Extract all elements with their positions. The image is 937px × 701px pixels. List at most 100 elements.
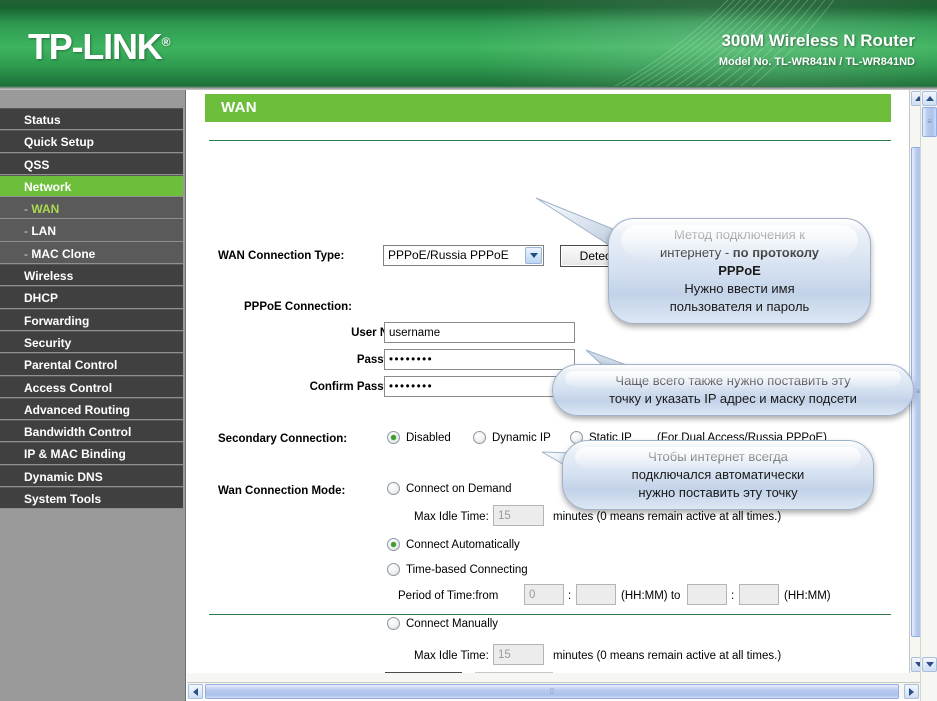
period-hhmm-note-2: (HH:MM) [784,590,831,602]
callout-auto-connect-line-1: Чтобы интернет всегда [579,448,857,466]
sidebar-item-lan[interactable]: - LAN [0,219,183,241]
sidebar-navigation: Status Quick Setup QSS Network- WAN- LAN- M… [0,90,186,701]
sidebar-item-label: QSS [24,158,49,172]
wan-connection-type-label: WAN Connection Type: [218,250,344,262]
callout-pppoe-line-1: Метод подключения к [625,226,854,244]
secondary-connection-label: Secondary Connection: [218,433,347,445]
sidebar-item-security[interactable]: Security [0,331,183,353]
callout-pppoe-line-3-bold: PPPoE [718,263,761,278]
callout-auto-connect: Чтобы интернет всегда подключался автома… [562,440,874,510]
sidebar-item-status[interactable]: Status [0,108,183,130]
sidebar-item-network[interactable]: Network [0,175,183,197]
chevron-up-icon [926,96,934,101]
outer-vertical-scrollbar[interactable]: ≡ [920,90,937,673]
header-top-shadow [0,0,937,22]
user-name-input[interactable] [384,322,575,343]
sidebar-item-system-tools[interactable]: System Tools [0,487,183,509]
sidebar-item-bandwidth-control[interactable]: Bandwidth Control [0,420,183,442]
scroll-left-button[interactable] [188,684,203,699]
sidebar-item-qss[interactable]: QSS [0,153,183,175]
sidebar-item-label: LAN [31,224,56,238]
chevron-down-icon [926,662,934,667]
sidebar-item-label: Wireless [24,269,73,283]
connect-on-demand-radio[interactable] [387,482,400,495]
callout-static-ip: Чаще всего также нужно поставить эту точ… [552,364,914,416]
connect-on-demand-label[interactable]: Connect on Demand [406,483,511,495]
outer-scroll-up-button[interactable] [922,91,937,106]
callout-pppoe: Метод подключения к интернету - по прото… [608,218,871,324]
confirm-password-input[interactable] [384,376,575,397]
max-idle-time-input-2[interactable] [493,644,544,665]
sidebar-item-forwarding[interactable]: Forwarding [0,309,183,331]
sidebar-item-label: Bandwidth Control [24,425,131,439]
secondary-disabled-label[interactable]: Disabled [406,432,451,444]
connect-automatically-label[interactable]: Connect Automatically [406,539,520,551]
connect-manually-label[interactable]: Connect Manually [406,618,498,630]
max-idle-time-suffix-1: minutes (0 means remain active at all ti… [553,511,781,523]
callout-pppoe-line-2: интернету - по протоколу [625,244,854,262]
sidebar-item-parental-control[interactable]: Parental Control [0,353,183,375]
sidebar-item-label: Forwarding [24,314,89,328]
wan-connection-type-select[interactable]: PPPoE/Russia PPPoE [383,245,544,266]
secondary-disabled-radio[interactable] [387,431,400,444]
outer-scroll-thumb[interactable]: ≡ [922,107,937,137]
connect-manually-radio[interactable] [387,617,400,630]
page-header: TP-LINK® 300M Wireless N Router Model No… [0,0,937,86]
callout-auto-connect-text: Чтобы интернет всегда подключался автома… [563,441,873,509]
page-title-bar: WAN [205,94,891,122]
horizontal-scrollbar[interactable]: ⁞⁞ [187,682,920,699]
sidebar-item-wireless[interactable]: Wireless [0,264,183,286]
sidebar-item-label: WAN [31,202,59,216]
sidebar-item-wan[interactable]: - WAN [0,197,183,219]
pppoe-connection-label: PPPoE Connection: [244,301,352,313]
sidebar-item-label: Advanced Routing [24,403,130,417]
sidebar-item-ip-mac-binding[interactable]: IP & MAC Binding [0,442,183,464]
chevron-right-icon [909,688,914,696]
time-based-connecting-label[interactable]: Time-based Connecting [406,564,528,576]
model-number: Model No. TL-WR841N / TL-WR841ND [719,54,915,70]
chevron-left-icon [193,688,198,696]
scroll-right-button[interactable] [904,684,919,699]
scroll-grip-icon: ≡ [927,118,932,126]
sidebar-item-mac-clone[interactable]: - MAC Clone [0,242,183,264]
callout-auto-connect-line-3: нужно поставить эту точку [579,484,857,502]
content-top-divider [209,140,891,141]
sidebar-item-label: Dynamic DNS [24,470,103,484]
sidebar-item-advanced-routing[interactable]: Advanced Routing [0,398,183,420]
connect-automatically-radio[interactable] [387,538,400,551]
secondary-dynamic-ip-radio[interactable] [473,431,486,444]
time-based-connecting-radio[interactable] [387,563,400,576]
sidebar-item-access-control[interactable]: Access Control [0,376,183,398]
period-hhmm-note-1: (HH:MM) to [621,590,680,602]
sidebar-item-label: System Tools [24,492,101,506]
password-input[interactable] [384,349,575,370]
period-from-minute-input[interactable] [576,584,616,605]
sidebar-item-label: DHCP [24,291,58,305]
sidebar-item-dhcp[interactable]: DHCP [0,286,183,308]
horizontal-scroll-thumb[interactable]: ⁞⁞ [205,684,899,699]
period-to-hour-input[interactable] [687,584,727,605]
sidebar-item-dynamic-dns[interactable]: Dynamic DNS [0,465,183,487]
max-idle-time-input-1[interactable] [493,505,544,526]
period-from-hour-input[interactable] [524,584,564,605]
period-to-colon: : [731,590,734,602]
content-bottom-divider [209,614,891,615]
sidebar-item-label: MAC Clone [31,247,95,261]
period-of-time-label: Period of Time:from [398,590,498,602]
callout-pppoe-line-2-bold: по протоколу [733,245,819,260]
period-to-minute-input[interactable] [739,584,779,605]
product-title: 300M Wireless N Router [719,31,915,51]
sidebar-item-label: Quick Setup [24,135,94,149]
sidebar-item-quick-setup[interactable]: Quick Setup [0,130,183,152]
router-admin-page: TP-LINK® 300M Wireless N Router Model No… [0,0,937,701]
callout-pppoe-line-2-normal: интернету - [660,245,733,260]
callout-static-ip-line-2: точку и указать IP адрес и маску подсети [569,390,897,408]
callout-pppoe-text: Метод подключения к интернету - по прото… [609,219,870,323]
tplink-logo: TP-LINK® [28,26,170,68]
page-title: WAN [221,99,257,116]
callout-pppoe-line-4: Нужно ввести имя [625,280,854,298]
secondary-dynamic-ip-label[interactable]: Dynamic IP [492,432,551,444]
sidebar-item-label: Access Control [24,381,112,395]
outer-scroll-down-button[interactable] [922,657,937,672]
registered-mark-icon: ® [162,35,171,49]
